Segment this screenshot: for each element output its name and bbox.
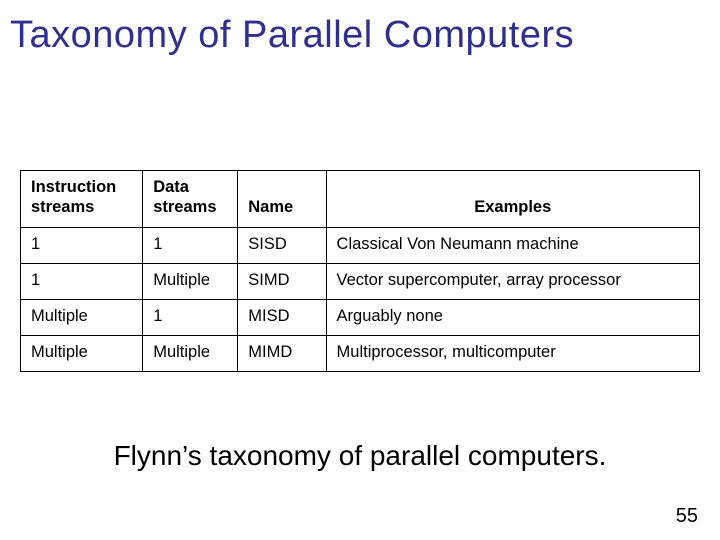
cell-data: 1 — [143, 299, 238, 335]
slide-caption: Flynn’s taxonomy of parallel computers. — [0, 440, 720, 472]
cell-instruction: Multiple — [21, 335, 143, 371]
table-header-row: Instruction streams Data streams Name Ex… — [21, 171, 700, 228]
cell-instruction: Multiple — [21, 299, 143, 335]
flynn-table: Instruction streams Data streams Name Ex… — [20, 170, 700, 372]
flynn-table-container: Instruction streams Data streams Name Ex… — [20, 170, 700, 372]
cell-name: SIMD — [238, 263, 326, 299]
cell-data: 1 — [143, 227, 238, 263]
table-row: 1 Multiple SIMD Vector supercomputer, ar… — [21, 263, 700, 299]
cell-examples: Vector supercomputer, array processor — [326, 263, 699, 299]
cell-examples: Multiprocessor, multicomputer — [326, 335, 699, 371]
page-number: 55 — [676, 505, 698, 528]
cell-name: SISD — [238, 227, 326, 263]
slide: Taxonomy of Parallel Computers Instructi… — [0, 0, 720, 540]
cell-name: MISD — [238, 299, 326, 335]
slide-title: Taxonomy of Parallel Computers — [0, 0, 720, 57]
header-name: Name — [238, 171, 326, 228]
header-data: Data streams — [143, 171, 238, 228]
cell-instruction: 1 — [21, 263, 143, 299]
cell-data: Multiple — [143, 263, 238, 299]
header-examples: Examples — [326, 171, 699, 228]
cell-examples: Arguably none — [326, 299, 699, 335]
cell-data: Multiple — [143, 335, 238, 371]
table-row: 1 1 SISD Classical Von Neumann machine — [21, 227, 700, 263]
header-instruction: Instruction streams — [21, 171, 143, 228]
table-row: Multiple Multiple MIMD Multiprocessor, m… — [21, 335, 700, 371]
cell-instruction: 1 — [21, 227, 143, 263]
cell-examples: Classical Von Neumann machine — [326, 227, 699, 263]
cell-name: MIMD — [238, 335, 326, 371]
table-row: Multiple 1 MISD Arguably none — [21, 299, 700, 335]
